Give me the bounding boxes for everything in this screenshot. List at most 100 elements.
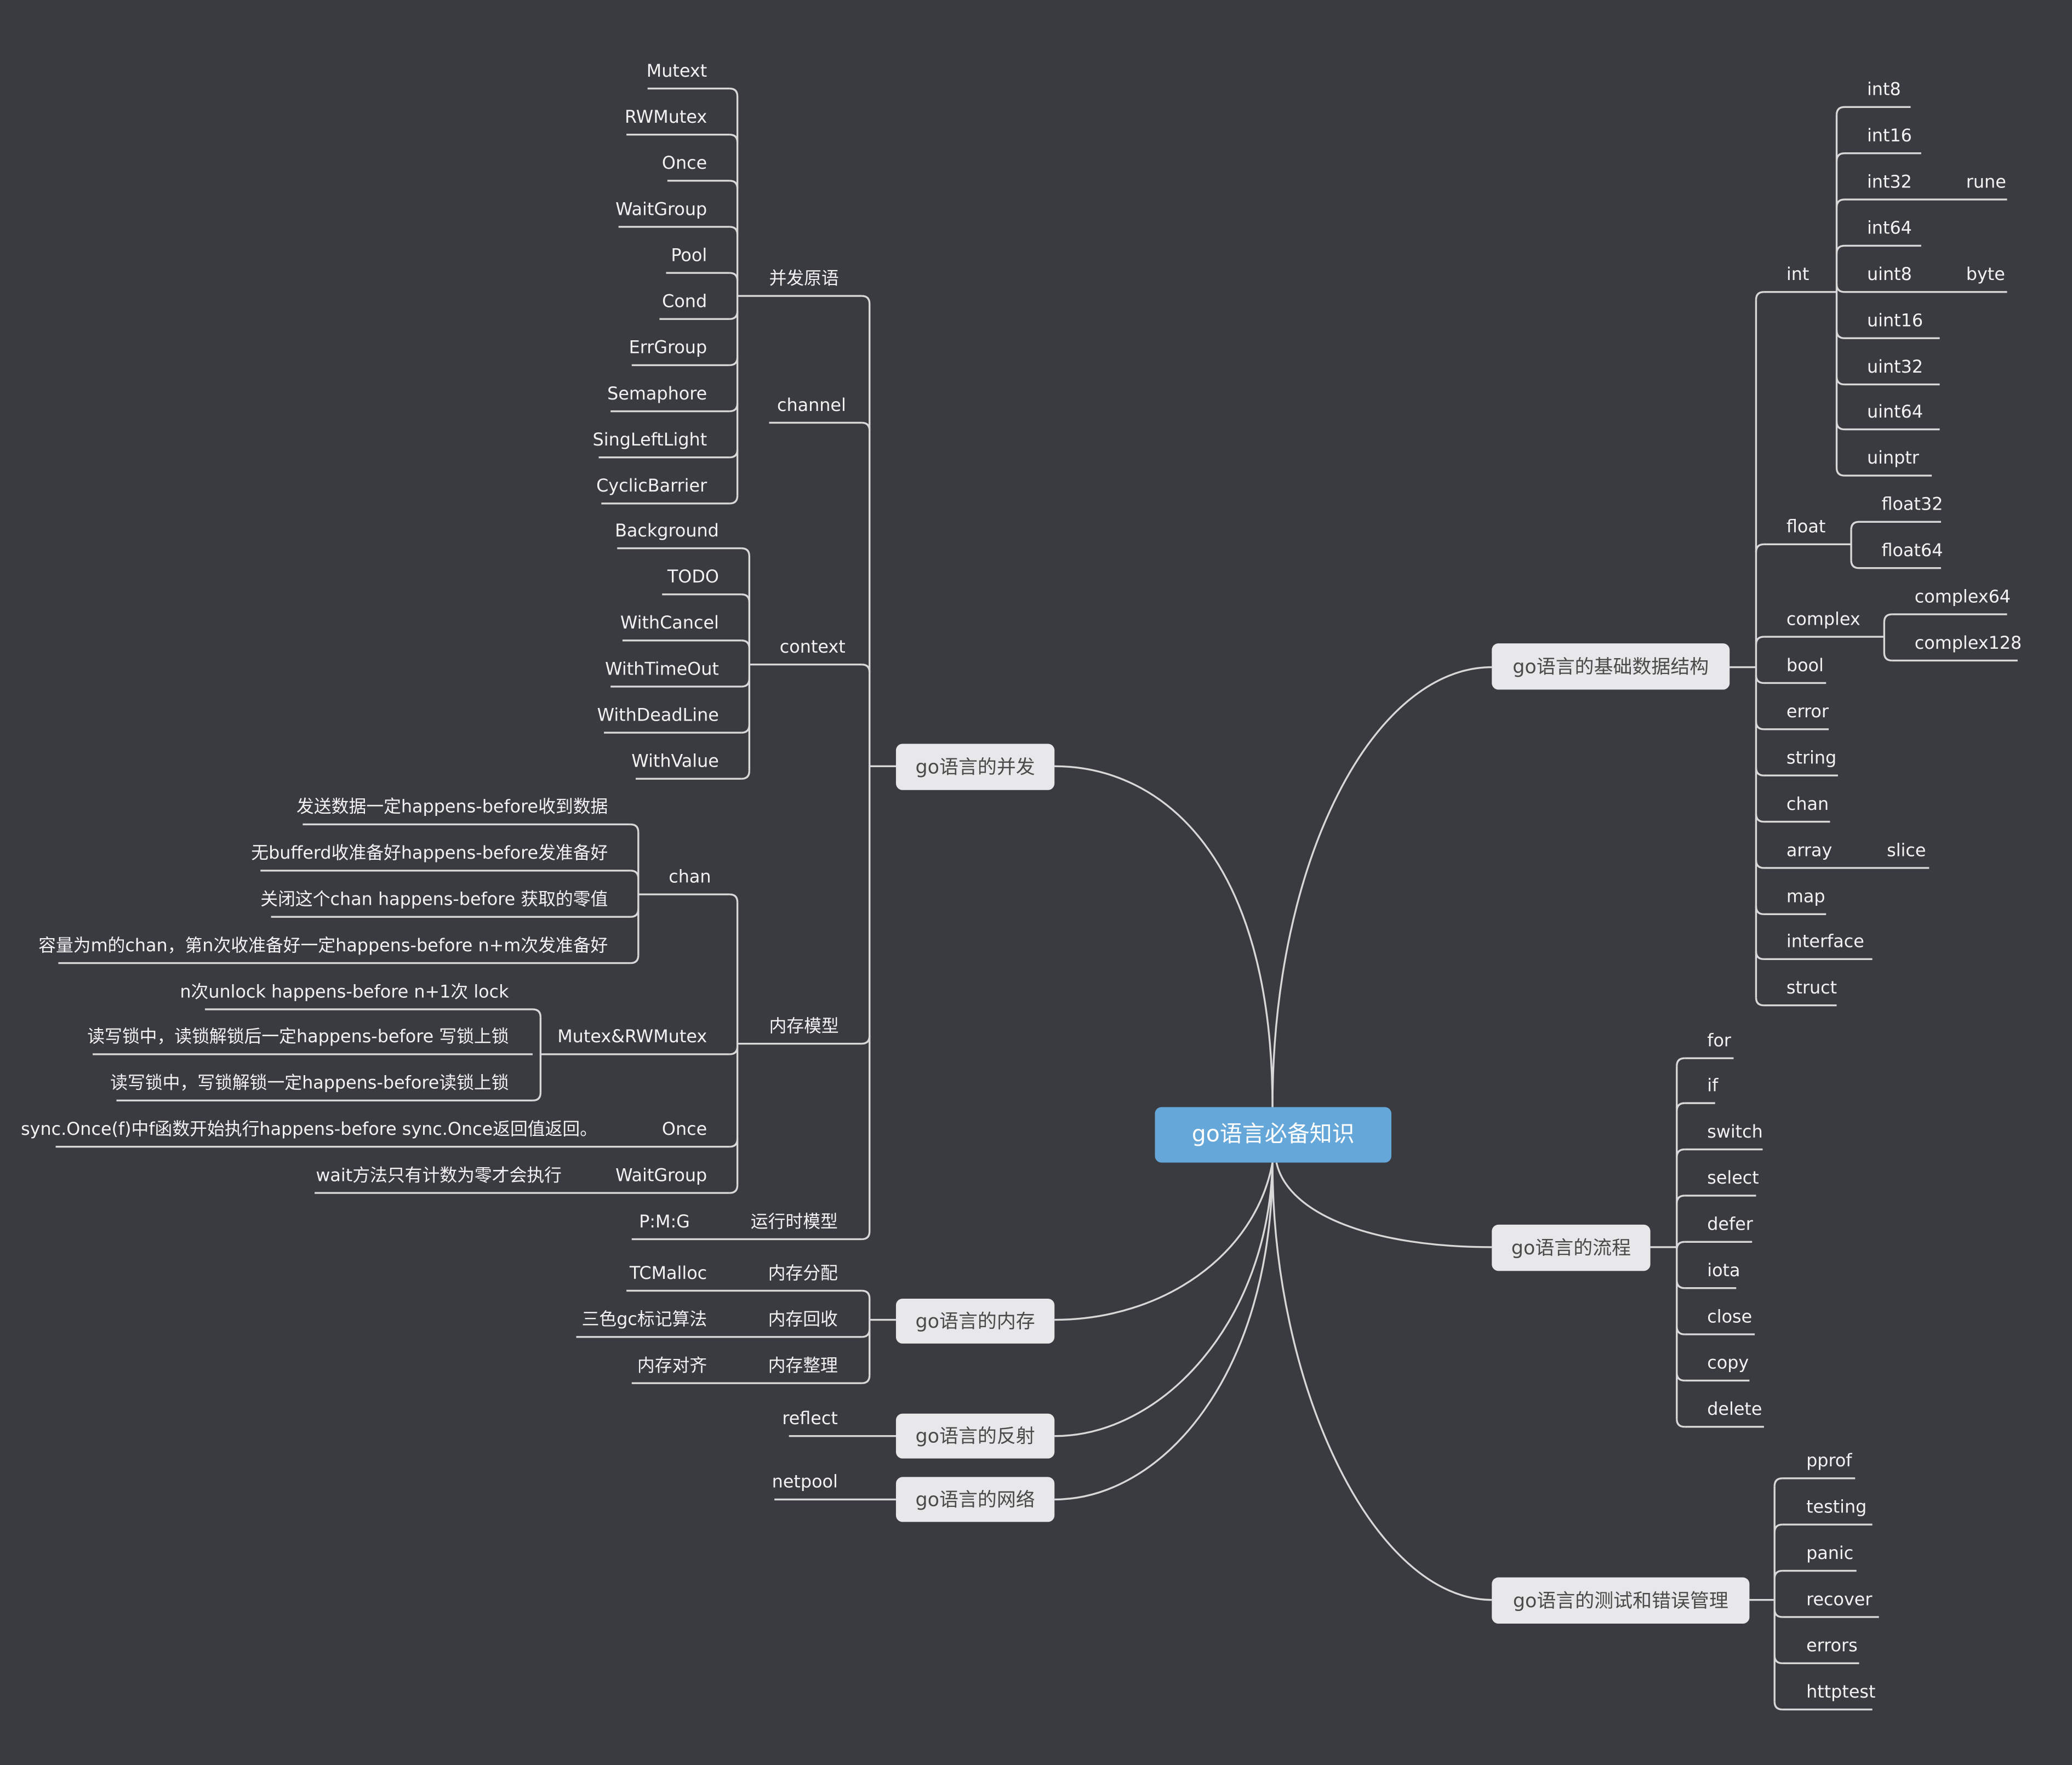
context-item[interactable]: WithDeadLine <box>597 704 719 725</box>
mutex-rule[interactable]: 读写锁中，写锁解锁一定happens-before读锁上锁 <box>110 1072 509 1093</box>
branch-primitives[interactable]: 并发原语 <box>769 267 838 288</box>
alias-rune[interactable]: rune <box>1966 171 2006 192</box>
primitive-item[interactable]: Cond <box>662 291 707 312</box>
context-item[interactable]: WithTimeOut <box>605 658 719 679</box>
context-item[interactable]: WithValue <box>631 751 719 772</box>
elbow <box>1835 421 1845 431</box>
memory-branch[interactable]: 内存分配 <box>768 1263 838 1283</box>
branch-mutex[interactable]: Mutex&RWMutex <box>557 1026 707 1047</box>
complex-item[interactable]: complex128 <box>1915 632 2022 653</box>
runtime-item[interactable]: P:M:G <box>639 1211 690 1232</box>
elbow <box>1676 1102 1685 1111</box>
branch-runtime-model[interactable]: 运行时模型 <box>751 1211 838 1232</box>
primitive-item[interactable]: SingLeftLight <box>593 429 707 450</box>
mutex-rule[interactable]: n次unlock happens-before n+1次 lock <box>180 981 509 1002</box>
flow-item[interactable]: switch <box>1707 1121 1763 1142</box>
type-item[interactable]: bool <box>1786 655 1824 676</box>
elbow <box>861 1329 871 1338</box>
elbow <box>729 495 739 505</box>
type-item[interactable]: array <box>1786 839 1832 860</box>
branch-context[interactable]: context <box>780 636 846 657</box>
float-item[interactable]: float64 <box>1881 540 1943 561</box>
flow-item[interactable]: if <box>1707 1075 1719 1095</box>
primitive-item[interactable]: Mutext <box>647 60 707 81</box>
branch-channel[interactable]: channel <box>777 395 846 415</box>
curve-concurrency <box>1054 765 1274 1107</box>
type-item[interactable]: float <box>1786 516 1825 537</box>
type-item[interactable]: struct <box>1786 977 1837 998</box>
testing-item[interactable]: errors <box>1806 1635 1858 1656</box>
elbow <box>1773 1569 1783 1579</box>
topic-flow-label: go语言的流程 <box>1511 1237 1631 1259</box>
complex-item[interactable]: complex64 <box>1915 586 2011 607</box>
memory-branch[interactable]: 内存整理 <box>768 1355 838 1376</box>
type-item[interactable]: complex <box>1786 608 1860 629</box>
type-item[interactable]: chan <box>1786 793 1829 814</box>
primitive-item[interactable]: Pool <box>671 244 707 265</box>
reflect-item[interactable]: reflect <box>782 1408 838 1429</box>
curve-reflection <box>1054 1162 1274 1437</box>
testing-item[interactable]: httptest <box>1806 1681 1875 1702</box>
float-item[interactable]: float32 <box>1881 494 1943 515</box>
memory-leaf[interactable]: 内存对齐 <box>637 1355 707 1376</box>
int-type-item[interactable]: uint32 <box>1867 356 1923 377</box>
flow-item[interactable]: defer <box>1707 1214 1754 1235</box>
chan-rule[interactable]: 无bufferd收准备好happens-before发准备好 <box>251 842 608 863</box>
flow-item[interactable]: select <box>1707 1167 1759 1188</box>
flow-item[interactable]: copy <box>1707 1352 1749 1373</box>
chan-rule[interactable]: 发送数据一定happens-before收到数据 <box>296 796 608 817</box>
primitive-item[interactable]: RWMutex <box>625 106 707 127</box>
mutex-rule[interactable]: 读写锁中，读锁解锁后一定happens-before 写锁上锁 <box>87 1026 509 1047</box>
int-type-item[interactable]: uint64 <box>1867 401 1923 422</box>
primitive-item[interactable]: ErrGroup <box>629 337 707 358</box>
memory-branch[interactable]: 内存回收 <box>768 1309 838 1329</box>
elbow <box>729 1046 739 1055</box>
testing-item[interactable]: testing <box>1806 1496 1866 1517</box>
int-type-item[interactable]: int64 <box>1867 218 1912 238</box>
chan-rule[interactable]: 容量为m的chan，第n次收准备好一定happens-before n+m次发准… <box>38 935 608 956</box>
int-type-item[interactable]: uinptr <box>1867 447 1920 468</box>
curve-flow <box>1275 1162 1492 1248</box>
testing-item[interactable]: panic <box>1806 1543 1853 1563</box>
int-type-item[interactable]: int8 <box>1867 79 1901 100</box>
primitive-item[interactable]: Semaphore <box>607 383 707 404</box>
context-item[interactable]: WithCancel <box>620 612 719 633</box>
branch-waitgroup[interactable]: WaitGroup <box>615 1164 707 1185</box>
elbow <box>741 593 751 603</box>
flow-item[interactable]: close <box>1707 1306 1752 1327</box>
int-type-item[interactable]: uint16 <box>1867 310 1923 330</box>
elbow <box>861 1231 871 1241</box>
elbow <box>741 770 751 780</box>
memory-leaf[interactable]: 三色gc标记算法 <box>582 1309 707 1329</box>
int-type-item[interactable]: uint8 <box>1867 264 1912 284</box>
testing-item[interactable]: pprof <box>1806 1450 1852 1471</box>
type-item[interactable]: string <box>1786 747 1836 768</box>
branch-chan[interactable]: chan <box>669 866 711 887</box>
memory-leaf[interactable]: TCMalloc <box>629 1263 707 1283</box>
testing-item[interactable]: recover <box>1806 1589 1873 1609</box>
primitive-item[interactable]: Once <box>662 152 707 173</box>
slice-item[interactable]: slice <box>1887 839 1926 860</box>
branch-memory-model[interactable]: 内存模型 <box>769 1015 838 1036</box>
context-item[interactable]: TODO <box>667 566 719 587</box>
type-item[interactable]: interface <box>1786 931 1864 952</box>
flow-item[interactable]: iota <box>1707 1260 1740 1281</box>
flow-item[interactable]: delete <box>1707 1398 1762 1419</box>
elbow <box>1883 613 1892 622</box>
type-item[interactable]: map <box>1786 886 1825 907</box>
primitive-item[interactable]: WaitGroup <box>615 198 707 219</box>
int-type-item[interactable]: int16 <box>1867 125 1912 146</box>
chan-rule[interactable]: 关闭这个chan happens-before 获取的零值 <box>260 888 608 909</box>
type-item[interactable]: int <box>1786 264 1809 284</box>
context-item[interactable]: Background <box>615 520 719 541</box>
alias-byte[interactable]: byte <box>1966 264 2005 284</box>
int-type-item[interactable]: int32 <box>1867 171 1912 192</box>
primitive-item[interactable]: CyclicBarrier <box>596 475 707 496</box>
elbow <box>1676 1326 1685 1335</box>
netpool-item[interactable]: netpool <box>772 1471 838 1492</box>
once-rule[interactable]: sync.Once(f)中f函数开始执行happens-before sync.… <box>21 1118 597 1139</box>
flow-item[interactable]: for <box>1707 1030 1732 1050</box>
waitgroup-rule[interactable]: wait方法只有计数为零才会执行 <box>316 1164 562 1185</box>
branch-once[interactable]: Once <box>662 1118 707 1139</box>
type-item[interactable]: error <box>1786 701 1829 722</box>
